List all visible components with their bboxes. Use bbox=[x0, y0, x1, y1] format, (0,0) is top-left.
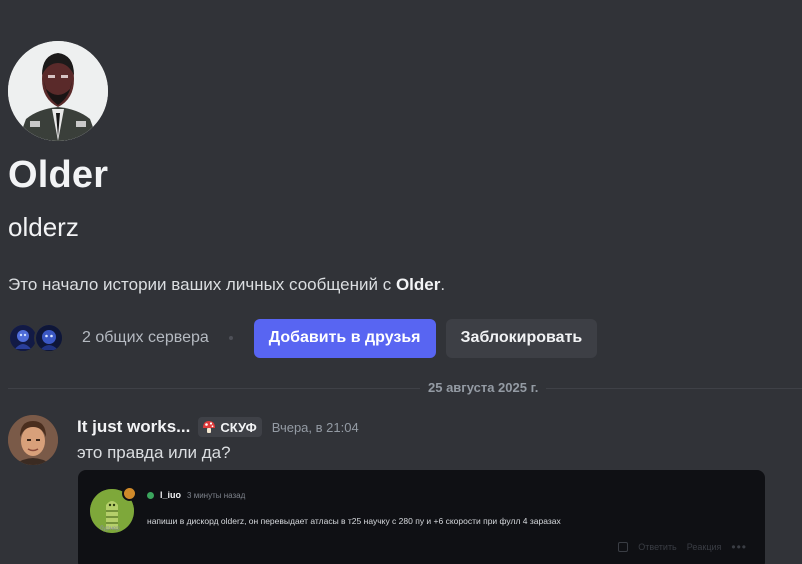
message-author-avatar-image bbox=[8, 415, 58, 465]
dm-history-intro-text: Это начало истории ваших личных сообщени… bbox=[8, 275, 396, 294]
server-icon-2[interactable] bbox=[34, 323, 64, 353]
mutual-servers-link[interactable]: 2 общих сервера bbox=[82, 329, 209, 347]
mushroom-icon bbox=[203, 421, 216, 433]
embed-actions: Ответить Реакция ••• bbox=[618, 540, 747, 554]
message-timestamp[interactable]: Вчера, в 21:04 bbox=[272, 420, 359, 435]
message-content: это правда или да? bbox=[77, 443, 231, 462]
guild-tag-badge[interactable]: СКУФ bbox=[198, 417, 262, 437]
more-icon: ••• bbox=[731, 540, 747, 554]
message-author-avatar[interactable] bbox=[8, 415, 58, 465]
separator-dot bbox=[228, 336, 233, 340]
message-image-attachment[interactable]: бурнер l_iuo 3 минуты назад напиши в дис… bbox=[78, 470, 765, 564]
message-header: It just works... СКУФ Вчера, в 21:04 bbox=[77, 414, 359, 440]
mutual-servers-row: 2 общих сервера Добавить в друзья Заблок… bbox=[8, 318, 598, 358]
dm-history-intro: Это начало истории ваших личных сообщени… bbox=[8, 275, 445, 295]
block-button[interactable]: Заблокировать bbox=[445, 318, 598, 358]
online-status-icon bbox=[147, 491, 154, 499]
dm-history-intro-end: . bbox=[440, 275, 446, 294]
embed-username: l_iuo bbox=[160, 490, 182, 500]
profile-avatar[interactable] bbox=[8, 41, 108, 141]
profile-display-name: Older bbox=[8, 154, 109, 196]
embed-badge-icon bbox=[122, 486, 137, 501]
date-divider-line bbox=[8, 388, 802, 389]
embed-message-text: напиши в дискорд olderz, он перевыдает а… bbox=[147, 516, 561, 526]
mutual-server-icons[interactable] bbox=[8, 323, 66, 353]
profile-avatar-image bbox=[8, 41, 108, 141]
embed-timestamp: 3 минуты назад bbox=[187, 490, 246, 500]
message-author-name[interactable]: It just works... bbox=[77, 417, 190, 437]
server-icon-2-image bbox=[36, 325, 62, 351]
dm-history-intro-name: Older bbox=[395, 275, 441, 294]
embed-user-sublabel: бурнер bbox=[100, 526, 120, 532]
embed-action-1: Ответить bbox=[638, 542, 677, 552]
date-divider-label: 25 августа 2025 г. bbox=[420, 380, 547, 395]
guild-tag-label: СКУФ bbox=[220, 419, 257, 435]
reply-icon bbox=[618, 542, 629, 552]
add-friend-button[interactable]: Добавить в друзья bbox=[253, 318, 436, 358]
server-icon-1-image bbox=[10, 325, 36, 351]
profile-username: olderz bbox=[8, 212, 79, 242]
embed-action-2: Реакция bbox=[686, 542, 722, 552]
embed-message-header: l_iuo 3 минуты назад bbox=[147, 490, 245, 500]
